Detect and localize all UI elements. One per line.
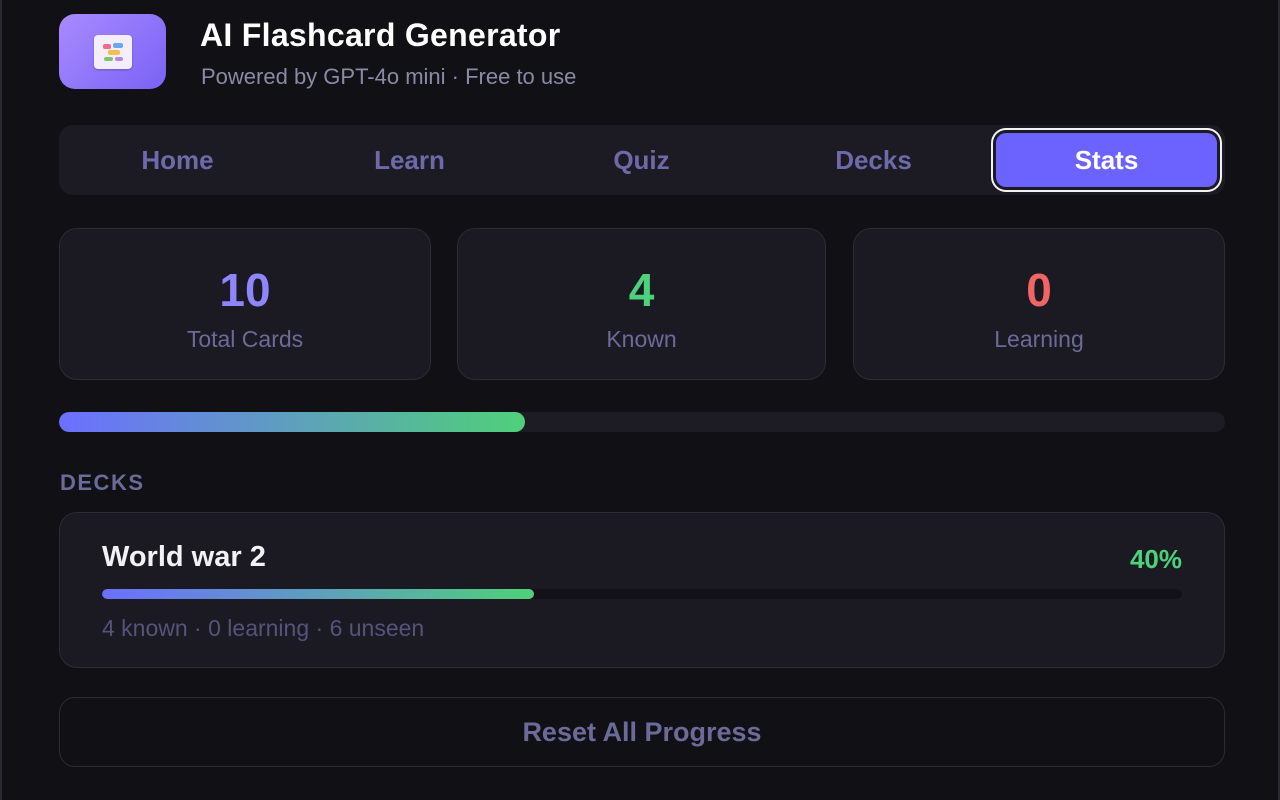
stat-learning-label: Learning [994, 326, 1084, 352]
tab-stats[interactable]: Stats [996, 133, 1217, 187]
tab-learn[interactable]: Learn [299, 125, 520, 195]
stat-known-value: 4 [628, 264, 655, 316]
stat-card-known: 4 Known [457, 228, 826, 380]
tab-decks[interactable]: Decks [763, 125, 984, 195]
overall-progress-fill [59, 412, 526, 432]
deck-percent: 40% [1129, 544, 1182, 574]
deck-card[interactable]: World war 2 40% 4 known · 0 learning · 6… [59, 512, 1225, 668]
app-window: AI Flashcard Generator Powered by GPT-4o… [0, 0, 1280, 800]
app-title: AI Flashcard Generator [200, 17, 561, 53]
deck-progress-bar [102, 589, 1182, 599]
stat-card-total: 10 Total Cards [59, 228, 431, 380]
tab-quiz[interactable]: Quiz [531, 125, 752, 195]
overall-progress-bar [59, 412, 1225, 432]
app-logo [59, 14, 166, 89]
stat-card-learning: 0 Learning [853, 228, 1225, 380]
flashcard-icon [93, 34, 132, 69]
deck-name: World war 2 [102, 541, 266, 573]
reset-progress-button[interactable]: Reset All Progress [59, 697, 1225, 767]
stat-known-label: Known [606, 326, 677, 352]
deck-meta: 4 known · 0 learning · 6 unseen [102, 615, 425, 641]
stat-learning-value: 0 [1026, 264, 1052, 316]
stat-total-label: Total Cards [186, 326, 304, 352]
tab-home[interactable]: Home [67, 125, 288, 195]
app-subtitle: Powered by GPT-4o mini · Free to use [201, 64, 577, 89]
tab-bar: Home Learn Quiz Decks Stats [59, 125, 1225, 195]
decks-section-label: DECKS [60, 470, 145, 495]
deck-progress-fill [102, 589, 534, 599]
stat-total-value: 10 [219, 264, 271, 316]
